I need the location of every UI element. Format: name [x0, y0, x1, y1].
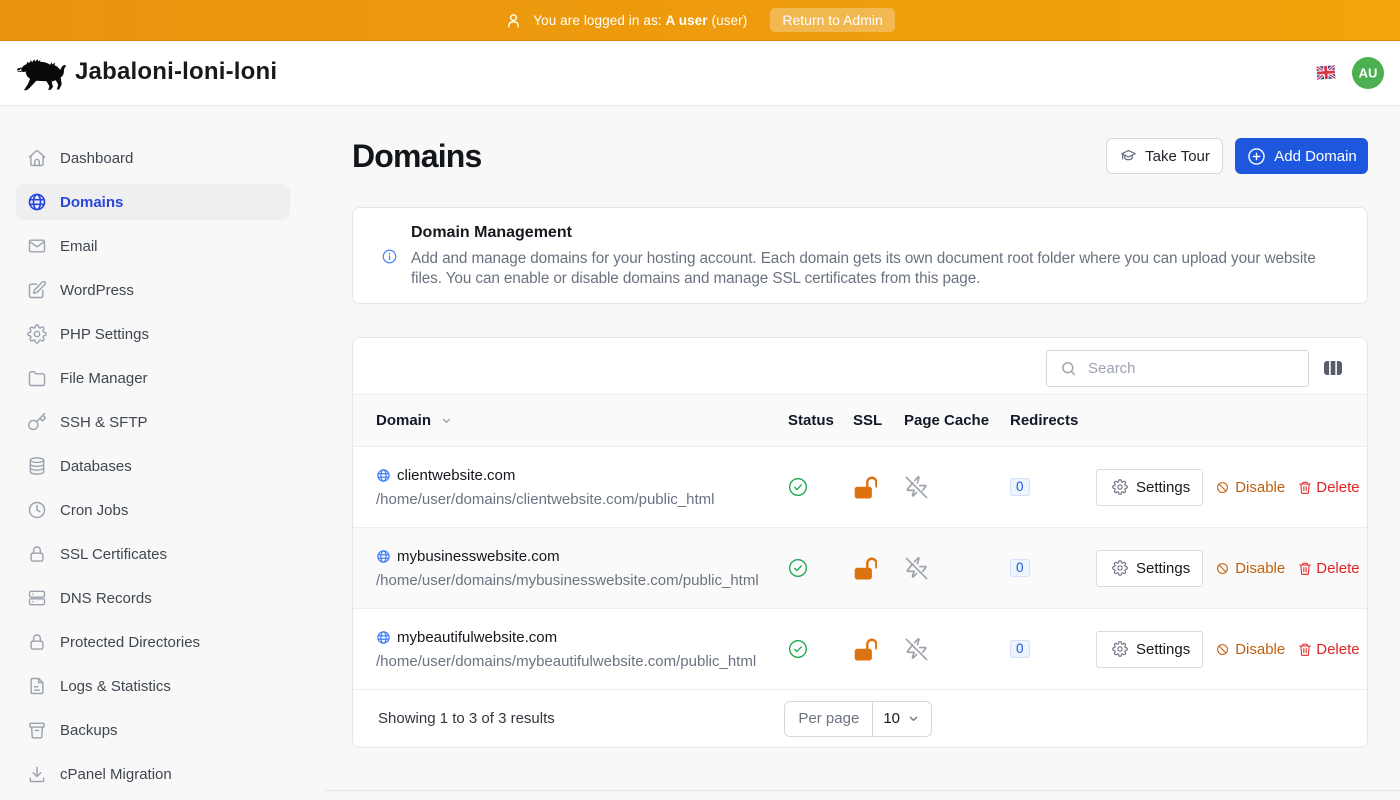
svg-text:AU: AU: [1359, 66, 1378, 81]
